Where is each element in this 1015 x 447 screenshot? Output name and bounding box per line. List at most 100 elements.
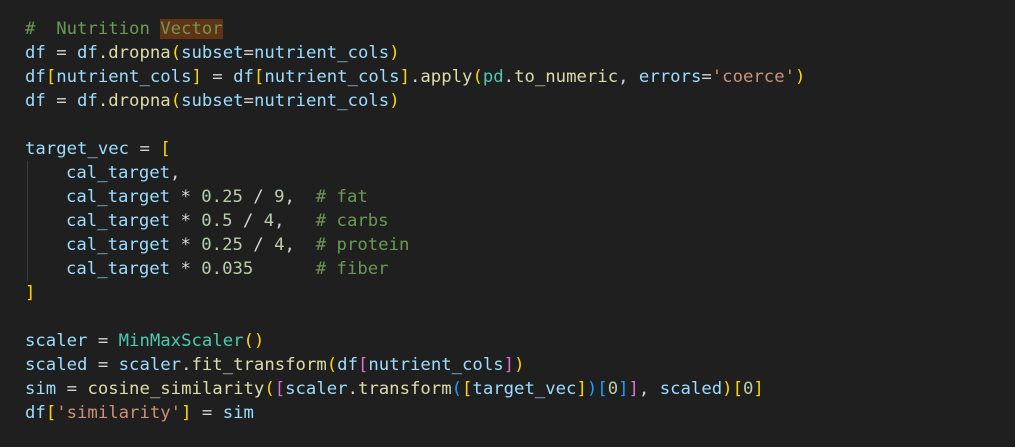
code-token: scaler <box>285 379 348 399</box>
code-token: * <box>170 235 202 255</box>
code-token: Vector <box>160 19 223 39</box>
code-token: ) <box>795 67 806 87</box>
code-token: 9 <box>274 187 285 207</box>
code-token: nutrient_cols <box>253 91 390 111</box>
code-token: scaled <box>25 355 88 375</box>
code-token: [ <box>45 67 57 87</box>
code-token: 0.035 <box>201 259 254 279</box>
code-token: subset <box>181 91 244 111</box>
indent-guide <box>27 185 28 209</box>
code-token: df <box>25 91 46 111</box>
code-line[interactable]: scaled = scaler.fit_transform(df[nutrien… <box>25 353 805 377</box>
code-token: scaler <box>25 331 88 351</box>
code-line[interactable]: cal_target * 0.035 # fiber <box>25 257 805 281</box>
code-token: target_vec <box>25 139 130 159</box>
code-token: / <box>232 211 264 231</box>
code-token: . <box>97 43 109 63</box>
code-token: = <box>129 139 161 159</box>
code-token: apply <box>420 67 473 87</box>
code-token: , <box>618 67 639 87</box>
code-token: errors <box>638 67 702 87</box>
code-token: [ <box>462 379 473 399</box>
code-line[interactable]: scaler = MinMaxScaler() <box>25 329 805 353</box>
code-line[interactable] <box>25 113 805 137</box>
code-token: [ <box>732 379 743 399</box>
code-token: ( <box>170 91 182 111</box>
code-line[interactable]: target_vec = [ <box>25 137 805 161</box>
code-token: ( <box>170 43 182 63</box>
code-token: df <box>233 67 254 87</box>
code-token: [ <box>160 139 171 159</box>
code-line[interactable]: cal_target * 0.25 / 4, # protein <box>25 233 805 257</box>
code-token: ] <box>25 283 36 303</box>
code-token: df <box>337 355 358 375</box>
code-line[interactable]: # Nutrition Vector <box>25 17 805 41</box>
code-token: , <box>638 379 660 399</box>
code-token: ) <box>586 379 598 399</box>
code-token: ( <box>451 379 463 399</box>
code-token: = <box>243 91 254 111</box>
code-token: target_vec <box>472 379 577 399</box>
code-line[interactable]: ] <box>25 281 805 305</box>
code-token: dropna <box>108 91 171 111</box>
code-token: , <box>284 187 316 207</box>
code-token: nutrient_cols <box>264 67 400 87</box>
code-token: () <box>243 331 265 351</box>
code-token: 0 <box>742 379 754 399</box>
code-token: cosine_similarity <box>87 379 265 399</box>
code-line[interactable]: df = df.dropna(subset=nutrient_cols) <box>25 41 805 65</box>
code-line[interactable]: df['similarity'] = sim <box>25 401 805 425</box>
code-token: / <box>242 187 275 207</box>
code-token: fit_transform <box>191 355 327 375</box>
code-line[interactable]: cal_target * 0.25 / 9, # fat <box>25 185 805 209</box>
code-token: pd <box>482 67 504 87</box>
code-line[interactable]: df[nutrient_cols] = df[nutrient_cols].ap… <box>25 65 805 89</box>
code-token: . <box>97 91 109 111</box>
code-token: cal_target <box>66 235 171 255</box>
code-token: df <box>25 43 46 63</box>
code-token: [ <box>357 355 369 375</box>
code-token: cal_target <box>66 259 171 279</box>
code-token: ) <box>389 43 400 63</box>
code-token: ] <box>191 67 202 87</box>
code-token: [ <box>274 379 286 399</box>
code-token: ( <box>472 67 483 87</box>
code-token: , <box>170 163 181 183</box>
code-line[interactable] <box>25 305 805 329</box>
code-token: subset <box>181 43 244 63</box>
code-token: ] <box>618 379 629 399</box>
code-token: cal_target <box>66 187 171 207</box>
code-token: . <box>181 355 192 375</box>
code-token: scaler <box>118 355 182 375</box>
code-token: nutrient_cols <box>56 67 192 87</box>
code-token: * <box>170 187 202 207</box>
code-token: = <box>87 331 119 351</box>
code-token: ] <box>503 355 515 375</box>
code-area[interactable]: # Nutrition Vector df = df.dropna(subset=… <box>25 17 805 425</box>
code-token: ] <box>181 403 192 423</box>
code-token: = <box>243 43 254 63</box>
code-token: # fiber <box>315 259 389 279</box>
code-token: 4 <box>263 211 275 231</box>
code-token: . <box>347 379 358 399</box>
code-token: transform <box>357 379 452 399</box>
code-token: . <box>410 67 421 87</box>
code-line[interactable]: cal_target, <box>25 161 805 185</box>
code-token: ) <box>389 91 400 111</box>
code-token: df <box>25 403 46 423</box>
code-line[interactable]: cal_target * 0.5 / 4, # carbs <box>25 209 805 233</box>
code-token: 0.5 <box>201 211 233 231</box>
code-line[interactable]: sim = cosine_similarity([scaler.transfor… <box>25 377 805 401</box>
code-token: 0.25 <box>201 187 243 207</box>
code-token: * <box>170 259 202 279</box>
code-token: , <box>284 235 316 255</box>
code-token: MinMaxScaler <box>118 331 244 351</box>
code-token: [ <box>45 403 57 423</box>
code-token: # protein <box>315 235 410 255</box>
code-token: cal_target <box>66 211 171 231</box>
code-line[interactable]: df = df.dropna(subset=nutrient_cols) <box>25 89 805 113</box>
code-token: # fat <box>315 187 368 207</box>
indent-guide <box>27 257 28 281</box>
code-editor[interactable]: # Nutrition Vector df = df.dropna(subset=… <box>0 0 1015 447</box>
